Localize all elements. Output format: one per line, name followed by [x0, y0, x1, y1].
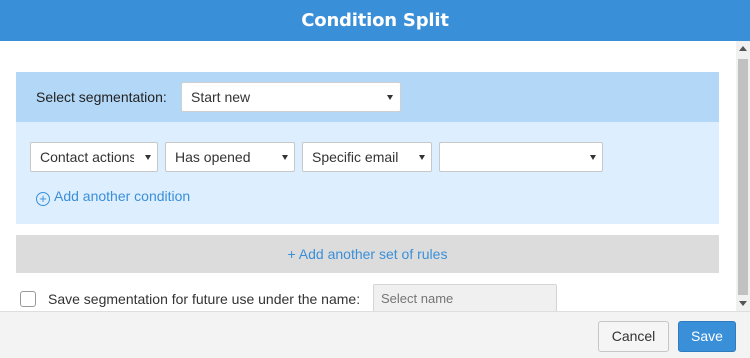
condition-email-select[interactable]: [439, 142, 603, 172]
condition-field-select[interactable]: Contact actions: [30, 142, 158, 172]
rules-panel: Contact actions Has opened Specific emai…: [16, 122, 719, 224]
chevron-down-icon: [419, 155, 425, 160]
vertical-scrollbar[interactable]: [736, 41, 750, 311]
add-rule-set-button[interactable]: + Add another set of rules: [16, 235, 719, 273]
plus-circle-icon: +: [36, 192, 50, 206]
chevron-down-icon: [282, 155, 288, 160]
segmentation-name-input[interactable]: [373, 284, 557, 311]
condition-target-select[interactable]: Specific email: [302, 142, 432, 172]
save-segmentation-label: Save segmentation for future use under t…: [48, 291, 361, 307]
scroll-up-icon[interactable]: [736, 43, 750, 55]
chevron-down-icon: [590, 155, 596, 160]
condition-operator-value: Has opened: [175, 149, 251, 165]
scrollbar-thumb[interactable]: [738, 59, 748, 295]
condition-operator-select[interactable]: Has opened: [165, 142, 295, 172]
chevron-down-icon: [145, 155, 151, 160]
segmentation-label: Select segmentation:: [36, 89, 167, 105]
scroll-down-icon[interactable]: [736, 297, 750, 309]
add-condition-label: Add another condition: [54, 188, 191, 204]
save-segmentation-row: Save segmentation for future use under t…: [20, 284, 720, 311]
cancel-button[interactable]: Cancel: [598, 321, 669, 352]
save-button[interactable]: Save: [678, 321, 736, 352]
condition-field-value: Contact actions: [40, 149, 134, 165]
chevron-down-icon: [387, 95, 393, 100]
dialog-header: Condition Split: [0, 0, 750, 41]
segmentation-select[interactable]: Start new: [181, 82, 401, 112]
condition-target-value: Specific email: [312, 149, 399, 165]
add-condition-link[interactable]: + Add another condition: [36, 187, 190, 206]
save-segmentation-checkbox[interactable]: [20, 291, 36, 307]
dialog-footer: Cancel Save: [0, 311, 750, 358]
segmentation-select-value: Start new: [191, 89, 251, 105]
dialog-body: Select segmentation: Start new Contact a…: [0, 41, 750, 311]
dialog-title: Condition Split: [301, 10, 449, 31]
segmentation-bar: Select segmentation: Start new: [16, 72, 719, 122]
